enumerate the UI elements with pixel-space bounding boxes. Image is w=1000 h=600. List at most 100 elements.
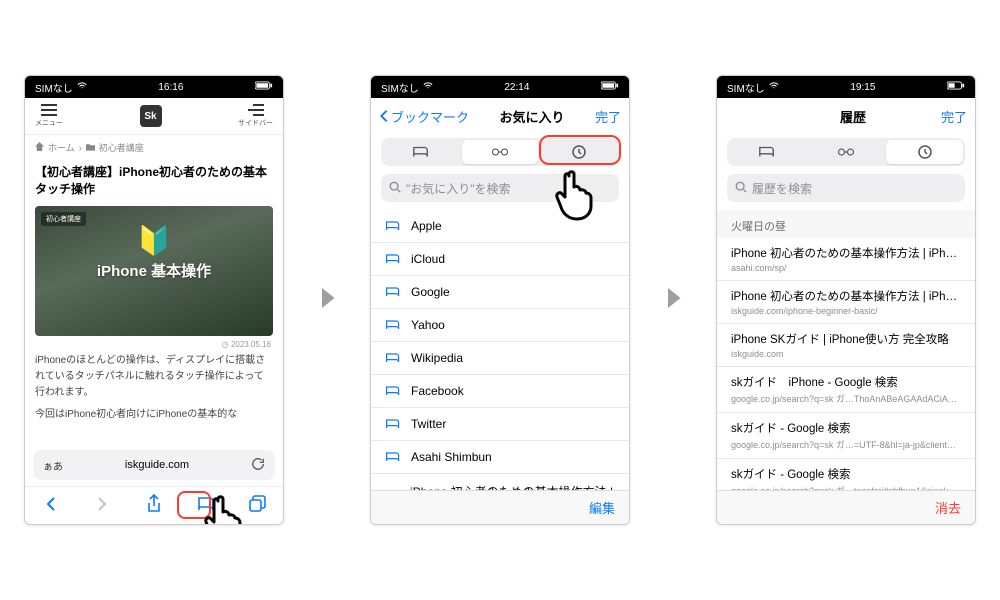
search-icon [735, 181, 747, 196]
sidebar-label: サイドバー [238, 118, 273, 128]
nav-bar: 履歴 完了 [717, 98, 975, 134]
history-title: iPhone 初心者のための基本操作方法 | iPhone... [731, 245, 961, 261]
article-body: iPhoneのほとんどの操作は、ディスプレイに搭載されているタッチパネルに触れる… [25, 353, 283, 444]
hand-pointer-icon [200, 491, 248, 525]
tabs-icon[interactable] [247, 494, 267, 517]
clear-button[interactable]: 消去 [935, 498, 961, 517]
item-label: Asahi Shimbun [411, 450, 492, 464]
breadcrumb: ホーム › 初心者講座 [25, 135, 283, 160]
history-row[interactable]: iPhone SKガイド | iPhone使い方 完全攻略 iskguide.co… [717, 324, 975, 367]
done-button[interactable]: 完了 [941, 107, 967, 126]
history-title: iPhone 初心者のための基本操作方法 | iPhone... [731, 288, 961, 304]
history-row[interactable]: skガイド iPhone - Google 検索 google.co.jp/sea… [717, 367, 975, 413]
status-bar: SIMなし 16:16 [25, 76, 283, 98]
share-icon[interactable] [144, 494, 164, 517]
clock-label: 16:16 [158, 82, 183, 93]
history-url: iskguide.com/iphone-beginner-basic/ [731, 306, 961, 316]
nav-bar: ブックマーク お気に入り 完了 [371, 98, 629, 134]
history-row[interactable]: skガイド - Google 検索google.co.jp/search?q=s… [717, 459, 975, 490]
menu-button[interactable]: メニュー [35, 104, 63, 128]
seg-reading-list[interactable] [462, 140, 539, 164]
screen-history: SIMなし 19:15 履歴 完了 履歴を検索 火曜日の昼 iPhone 初心者… [716, 75, 976, 525]
domain-label: iskguide.com [125, 459, 189, 471]
clock-label: 19:15 [850, 82, 875, 93]
search-field[interactable]: 履歴を検索 [727, 174, 965, 202]
back-label: ブックマーク [391, 107, 469, 126]
reload-icon[interactable] [251, 457, 265, 474]
list-item[interactable]: Facebook [371, 375, 629, 408]
wifi-icon [769, 82, 779, 93]
article-title: 【初心者講座】iPhone初心者のための基本タッチ操作 [25, 160, 283, 206]
segmented-control[interactable] [381, 138, 619, 166]
nav-title: 履歴 [840, 107, 866, 126]
item-label: Yahoo [411, 318, 445, 332]
list-item[interactable]: Twitter [371, 408, 629, 441]
hamburger-icon [41, 104, 57, 118]
hero-text: iPhone 基本操作 [97, 260, 211, 281]
history-title: iPhone SKガイド | iPhone使い方 完全攻略 [731, 331, 961, 347]
forward-icon [92, 494, 112, 517]
list-item[interactable]: iCloud [371, 243, 629, 276]
carrier-label: SIMなし [35, 80, 73, 95]
crumb-category[interactable]: 初心者講座 [99, 141, 144, 154]
wifi-icon [77, 82, 87, 93]
nav-title: お気に入り [499, 107, 564, 126]
list-item[interactable]: iPhone 初心者のための基本操作方法 | i... [371, 474, 629, 490]
item-label: Wikipedia [411, 351, 463, 365]
sidebar-icon [248, 104, 264, 118]
search-placeholder: 履歴を検索 [752, 180, 812, 197]
list-item[interactable]: Yahoo [371, 309, 629, 342]
body-para-2: 今回はiPhone初心者向けにiPhoneの基本的な [35, 407, 273, 423]
beginner-leaf-icon: 🔰 [137, 224, 172, 257]
history-title: skガイド - Google 検索 [731, 466, 961, 482]
address-bar[interactable]: ぁあ iskguide.com [33, 450, 275, 480]
footer-bar: 編集 [371, 490, 629, 524]
clock-label: 22:14 [504, 82, 529, 93]
history-title: skガイド iPhone - Google 検索 [731, 374, 961, 390]
history-url: google.co.jp/search?q=sk ガ…ThoAnABeAGAAd… [731, 392, 961, 405]
list-item[interactable]: Asahi Shimbun [371, 441, 629, 474]
list-item[interactable]: Google [371, 276, 629, 309]
segmented-control[interactable] [727, 138, 965, 166]
item-label: iCloud [411, 252, 445, 266]
history-row[interactable]: iPhone 初心者のための基本操作方法 | iPhone... iskguide… [717, 281, 975, 324]
edit-button[interactable]: 編集 [589, 498, 615, 517]
seg-bookmarks[interactable] [729, 140, 806, 164]
battery-icon [601, 81, 619, 93]
list-item[interactable]: Wikipedia [371, 342, 629, 375]
footer-bar: 消去 [717, 490, 975, 524]
status-bar: SIMなし 19:15 [717, 76, 975, 98]
site-logo[interactable]: Sk [140, 105, 162, 127]
favorites-list: AppleiCloudGoogleYahooWikipediaFacebookT… [371, 210, 629, 490]
history-url: asahi.com/sp/ [731, 263, 961, 273]
menu-label: メニュー [35, 118, 63, 128]
battery-icon [255, 81, 273, 93]
page-header: メニュー Sk サイドバー [25, 98, 283, 135]
back-icon[interactable] [41, 494, 61, 517]
hero-tag: 初心者講座 [41, 212, 86, 226]
back-button[interactable]: ブックマーク [379, 107, 469, 126]
seg-bookmarks[interactable] [383, 140, 460, 164]
carrier-label: SIMなし [727, 80, 765, 95]
crumb-home[interactable]: ホーム [48, 141, 75, 154]
clock-icon: ◷ [222, 340, 229, 349]
reader-aa-button[interactable]: ぁあ [43, 458, 63, 473]
chevron-right-icon [658, 283, 688, 318]
article-date: ◷ 2023.05.16 [25, 336, 283, 353]
wifi-icon [423, 82, 433, 93]
body-para-1: iPhoneのほとんどの操作は、ディスプレイに搭載されているタッチパネルに触れる… [35, 353, 273, 401]
done-button[interactable]: 完了 [595, 107, 621, 126]
seg-reading-list[interactable] [808, 140, 885, 164]
battery-icon [947, 81, 965, 93]
seg-history[interactable] [886, 140, 963, 164]
sidebar-button[interactable]: サイドバー [238, 104, 273, 128]
history-row[interactable]: iPhone 初心者のための基本操作方法 | iPhone... asahi.co… [717, 238, 975, 281]
search-icon [389, 181, 401, 196]
screen-safari-page: SIMなし 16:16 メニュー Sk サイドバー [24, 75, 284, 525]
history-title: skガイド - Google 検索 [731, 420, 961, 436]
history-row[interactable]: skガイド - Google 検索 google.co.jp/search?q=s… [717, 413, 975, 459]
carrier-label: SIMなし [381, 80, 419, 95]
status-bar: SIMなし 22:14 [371, 76, 629, 98]
history-url: iskguide.com [731, 349, 961, 359]
history-url: google.co.jp/search?q=sk ガ…=UTF-8&hl=ja-… [731, 438, 961, 451]
